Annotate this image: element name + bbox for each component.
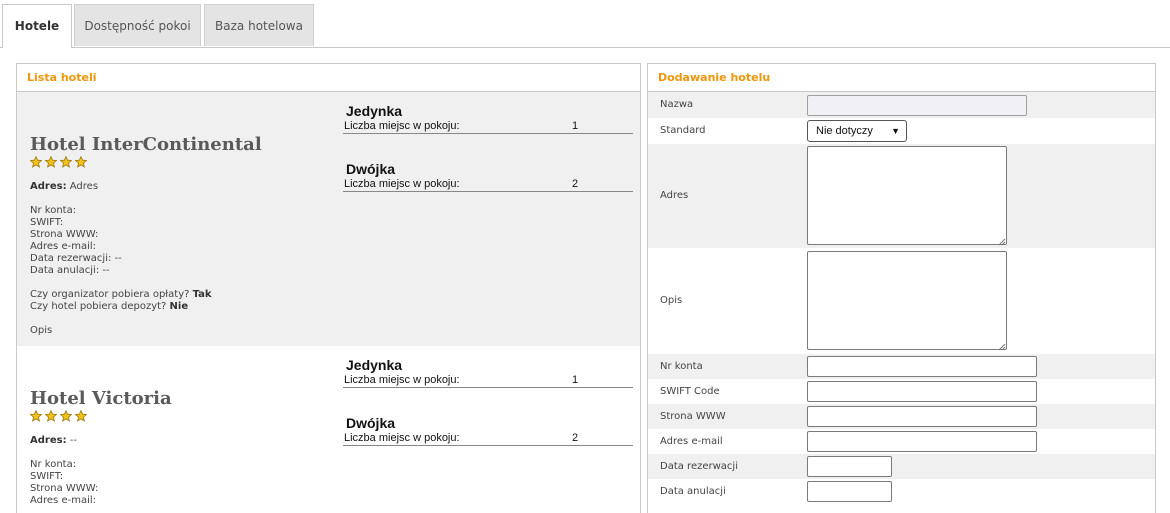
tab-dostepnosc-pokoi[interactable]: Dostępność pokoi (74, 4, 201, 46)
room-capacity-row: Liczba miejsc w pokoju: 2 (343, 432, 633, 446)
star-icon (29, 409, 43, 422)
add-hotel-panel: Dodawanie hotelu Nazwa Standard Nie doty… (647, 63, 1156, 513)
address-label: Adres (30, 435, 63, 446)
hotel-details: Adres: -- Nr konta: SWIFT: Strona WWW: A… (30, 435, 98, 507)
tab-bar: Hotele Dostępność pokoi Baza hotelowa (0, 0, 1170, 48)
cancel-date-input[interactable] (807, 481, 892, 502)
reservation-date-label: Data rezerwacji (660, 461, 738, 472)
address-value: -- (69, 435, 77, 446)
account-label: Nr konta: (30, 459, 77, 470)
room-capacity-row: Liczba miejsc w pokoju: 2 (343, 178, 633, 192)
room-capacity-label: Liczba miejsc w pokoju: (344, 432, 460, 444)
room-name: Dwójka (346, 161, 396, 177)
form-row-reservation-date: Data rezerwacji (648, 454, 1155, 479)
room-capacity-value: 1 (572, 374, 579, 386)
hotel-stars (29, 155, 90, 168)
hotel-name: Hotel InterContinental (30, 134, 262, 155)
room-capacity-row: Liczba miejsc w pokoju: 1 (343, 120, 633, 134)
address-label: Adres (660, 190, 689, 201)
address-label: Adres (30, 181, 63, 192)
star-icon (59, 155, 73, 168)
form-row-address: Adres (648, 144, 1155, 248)
address-value: Adres (69, 181, 99, 192)
email-label: Adres e-mail: (30, 495, 97, 506)
form-row-email: Adres e-mail (648, 429, 1155, 454)
room-name: Jedynka (346, 357, 403, 373)
fee-answer: Tak (192, 289, 212, 300)
room-capacity-label: Liczba miejsc w pokoju: (344, 374, 460, 386)
account-input[interactable] (807, 356, 1037, 377)
form-row-swift: SWIFT Code (648, 379, 1155, 404)
swift-label: SWIFT Code (660, 386, 720, 397)
star-icon (74, 409, 88, 422)
email-label: Adres e-mail: (30, 241, 97, 252)
star-icon (44, 155, 58, 168)
room-name: Jedynka (346, 103, 403, 119)
tab-baza-hotelowa[interactable]: Baza hotelowa (204, 4, 314, 46)
room-capacity-value: 2 (572, 178, 579, 190)
www-input[interactable] (807, 406, 1037, 427)
form-row-www: Strona WWW (648, 404, 1155, 429)
description-label: Opis (30, 325, 53, 336)
swift-input[interactable] (807, 381, 1037, 402)
room-capacity-value: 2 (572, 432, 579, 444)
cancel-date-label: Data anulacji (660, 486, 726, 497)
form-row-standard: Standard Nie dotyczy ▼ (648, 118, 1155, 144)
room-dwojka: Dwójka Liczba miejsc w pokoju: 2 (343, 414, 633, 446)
account-label: Nr konta (660, 361, 703, 372)
reservation-date: Data rezerwacji: -- (30, 253, 122, 264)
room-capacity-label: Liczba miejsc w pokoju: (344, 120, 460, 132)
star-icon (29, 155, 43, 168)
address-textarea[interactable] (807, 146, 1007, 245)
add-hotel-title: Dodawanie hotelu (648, 64, 1155, 92)
hotel-list-title: Lista hoteli (17, 64, 640, 92)
www-label: Strona WWW: (30, 229, 99, 240)
form-row-description: Opis (648, 248, 1155, 354)
chevron-down-icon: ▼ (891, 126, 900, 136)
standard-select[interactable]: Nie dotyczy ▼ (807, 120, 907, 142)
room-capacity-label: Liczba miejsc w pokoju: (344, 178, 460, 190)
deposit-answer: Nie (169, 301, 189, 312)
form-row-account: Nr konta (648, 354, 1155, 379)
star-icon (59, 409, 73, 422)
cancel-date: Data anulacji: -- (30, 265, 110, 276)
email-input[interactable] (807, 431, 1037, 452)
room-capacity-value: 1 (572, 120, 579, 132)
hotel-card: Hotel Victoria Adres: -- Nr konta: SWIFT… (17, 346, 640, 513)
deposit-question: Czy hotel pobiera depozyt? Nie (30, 301, 189, 312)
hotel-list-panel: Lista hoteli Hotel InterContinental Adre… (16, 63, 641, 513)
swift-label: SWIFT: (30, 217, 64, 228)
hotel-card: Hotel InterContinental Adres: Adres Nr k… (17, 92, 640, 346)
name-input[interactable] (807, 95, 1027, 116)
www-label: Strona WWW (660, 411, 726, 422)
hotel-address: Adres: Adres (30, 181, 99, 192)
form-row-name: Nazwa (648, 92, 1155, 118)
hotel-details: Adres: Adres Nr konta: SWIFT: Strona WWW… (30, 181, 212, 337)
www-label: Strona WWW: (30, 483, 99, 494)
room-jedynka: Jedynka Liczba miejsc w pokoju: 1 (343, 102, 633, 134)
room-dwojka: Dwójka Liczba miejsc w pokoju: 2 (343, 160, 633, 192)
description-textarea[interactable] (807, 251, 1007, 350)
standard-label: Standard (660, 125, 706, 136)
room-jedynka: Jedynka Liczba miejsc w pokoju: 1 (343, 356, 633, 388)
account-label: Nr konta: (30, 205, 77, 216)
room-name: Dwójka (346, 415, 396, 431)
reservation-date-input[interactable] (807, 456, 892, 477)
description-label: Opis (660, 295, 683, 306)
star-icon (44, 409, 58, 422)
email-label: Adres e-mail (660, 436, 723, 447)
swift-label: SWIFT: (30, 471, 64, 482)
hotel-name: Hotel Victoria (30, 388, 172, 409)
room-capacity-row: Liczba miejsc w pokoju: 1 (343, 374, 633, 388)
fee-question: Czy organizator pobiera opłaty? Tak (30, 289, 212, 300)
name-label: Nazwa (660, 99, 694, 110)
star-icon (74, 155, 88, 168)
hotel-address: Adres: -- (30, 435, 77, 446)
hotel-stars (29, 409, 90, 422)
tab-hotele[interactable]: Hotele (2, 4, 72, 48)
